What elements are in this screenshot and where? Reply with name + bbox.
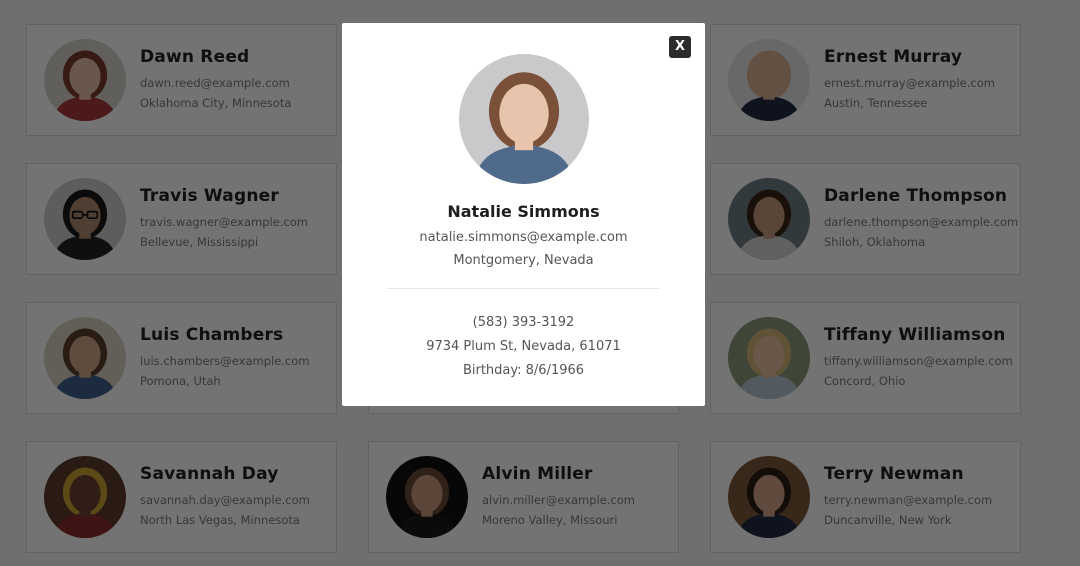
modal-user-name: Natalie Simmons xyxy=(447,202,600,221)
close-button[interactable]: X xyxy=(669,36,691,58)
modal-user-phone: (583) 393-3192 xyxy=(472,315,575,330)
modal-user-location: Montgomery, Nevada xyxy=(453,253,594,268)
modal-user-address: 9734 Plum St, Nevada, 61071 xyxy=(426,339,621,354)
modal-user-birthday: Birthday: 8/6/1966 xyxy=(462,363,585,378)
divider xyxy=(387,288,660,289)
user-detail-modal: X Natalie Simmons natalie.simmons@exampl… xyxy=(342,23,705,406)
avatar xyxy=(458,54,589,184)
modal-user-email: natalie.simmons@example.com xyxy=(419,230,628,245)
